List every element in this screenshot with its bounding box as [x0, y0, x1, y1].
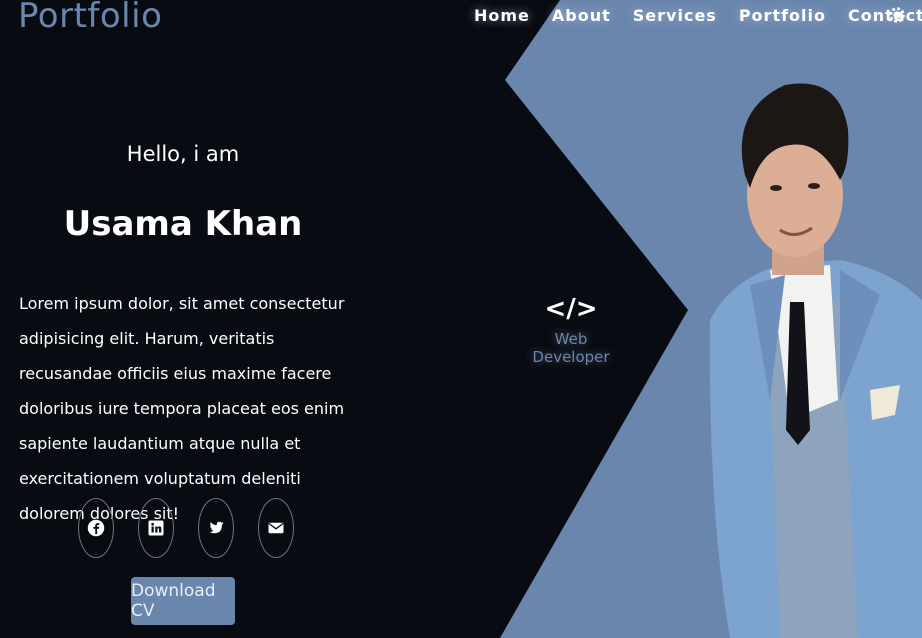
- site-logo[interactable]: Portfolio: [18, 0, 162, 36]
- facebook-button[interactable]: [78, 498, 114, 558]
- role-badge: </> Web Developer: [516, 294, 626, 366]
- nav-item-contact[interactable]: Contact: [848, 6, 922, 25]
- download-cv-button[interactable]: Download CV: [131, 577, 235, 625]
- twitter-button[interactable]: [198, 498, 234, 558]
- profile-portrait: [709, 83, 922, 638]
- nav-item-portfolio[interactable]: Portfolio: [739, 6, 826, 25]
- facebook-icon: [87, 519, 105, 537]
- nav-item-about[interactable]: About: [552, 6, 611, 25]
- social-links: [78, 498, 294, 558]
- hero-name: Usama Khan: [63, 204, 303, 244]
- linkedin-button[interactable]: [138, 498, 174, 558]
- nav-item-home[interactable]: Home: [474, 6, 530, 25]
- role-label: Web Developer: [532, 330, 610, 366]
- main-nav: Home About Services Portfolio Contact: [474, 6, 922, 25]
- linkedin-icon: [148, 520, 164, 536]
- hero-greeting: Hello, i am: [126, 142, 240, 166]
- twitter-icon: [209, 521, 224, 534]
- envelope-icon: [268, 522, 284, 534]
- nav-item-services[interactable]: Services: [633, 6, 717, 25]
- gear-icon[interactable]: [886, 4, 908, 26]
- email-button[interactable]: [258, 498, 294, 558]
- page: Portfolio Home About Services Portfolio …: [0, 0, 922, 638]
- code-icon: </>: [544, 294, 598, 324]
- hero-bio: Lorem ipsum dolor, sit amet consectetur …: [19, 294, 345, 523]
